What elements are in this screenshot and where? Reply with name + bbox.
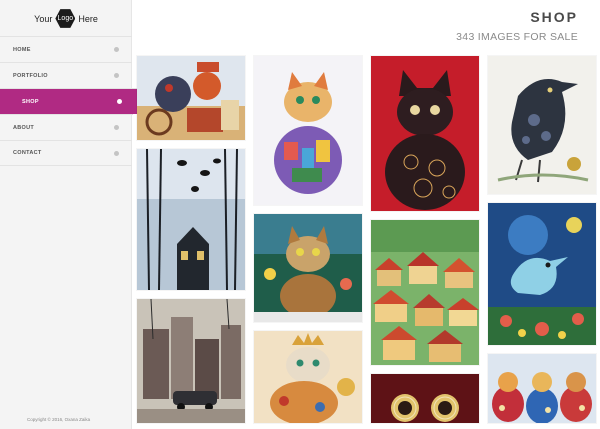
gallery-image-cat-crown[interactable]: [254, 331, 362, 423]
page-title: SHOP: [530, 9, 578, 25]
nav-dot-icon: [117, 99, 122, 104]
copyright-text: Copyright © 2016, Oxana Zaika: [27, 417, 91, 422]
logo-text-left: Your: [34, 13, 53, 24]
nav-label: CONTACT: [13, 150, 42, 156]
nav-dot-icon: [114, 73, 119, 78]
nav-label: ABOUT: [13, 124, 35, 131]
gallery-image-raven[interactable]: [488, 56, 596, 194]
main-nav: HOME PORTFOLIO SHOP ABOUT CONTACT: [0, 36, 138, 166]
sidebar: Your Logo Here HOME PORTFOLIO SHOP ABOUT…: [0, 0, 138, 429]
gallery-image-blue-bird[interactable]: [488, 203, 596, 345]
gallery-image-old-town-car[interactable]: [137, 299, 245, 423]
gallery-image-colorful-cat[interactable]: [254, 56, 362, 205]
logo-text-right: Here: [78, 13, 98, 24]
gallery-image-folk-cats[interactable]: [488, 354, 596, 423]
nav-dot-icon: [114, 125, 119, 130]
nav-item-contact[interactable]: CONTACT: [0, 140, 132, 166]
logo-text-center: Logo: [57, 15, 74, 22]
nav-item-home[interactable]: HOME: [0, 36, 132, 62]
logo-hexagon: Logo: [55, 9, 76, 28]
page-subtitle: 343 IMAGES FOR SALE: [456, 31, 578, 43]
nav-dot-icon: [114, 151, 119, 156]
gallery-image-owl[interactable]: [371, 374, 479, 423]
gallery-image-cat-flowers[interactable]: [254, 214, 362, 322]
nav-item-shop[interactable]: SHOP: [0, 88, 138, 115]
site-logo[interactable]: Your Logo Here: [0, 0, 132, 37]
nav-label: PORTFOLIO: [13, 72, 48, 79]
gallery-image-red-roofs[interactable]: [371, 220, 479, 365]
nav-label: SHOP: [22, 98, 39, 105]
nav-label: HOME: [13, 46, 31, 53]
nav-item-about[interactable]: ABOUT: [0, 114, 132, 140]
nav-dot-icon: [114, 47, 119, 52]
gallery-image-trees-birds[interactable]: [137, 149, 245, 290]
gallery-image-black-cat-red[interactable]: [371, 56, 479, 211]
gallery-image-cat-turkey[interactable]: [137, 56, 245, 140]
nav-item-portfolio[interactable]: PORTFOLIO: [0, 62, 132, 88]
